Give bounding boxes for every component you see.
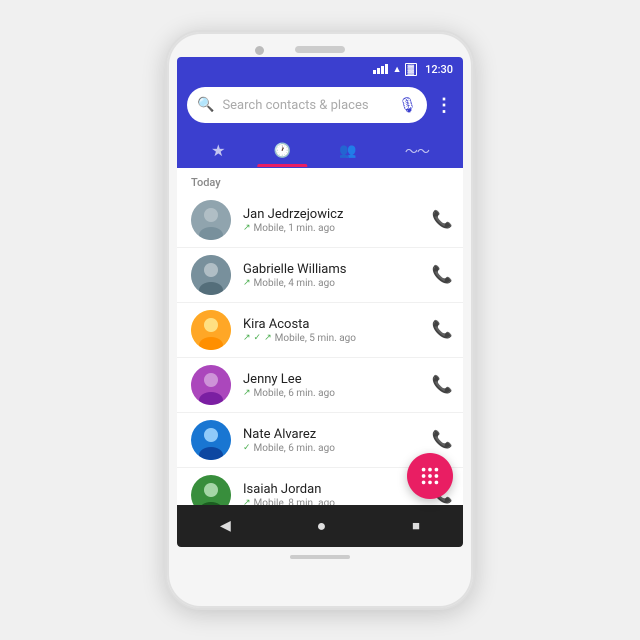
- search-box[interactable]: 🔍 Search contacts & places 🎙: [187, 87, 427, 123]
- speaker-grille: [295, 46, 345, 53]
- call-item[interactable]: Gabrielle Williams ↗ Mobile, 4 min. ago …: [177, 248, 463, 303]
- call-info: Jenny Lee ↗ Mobile, 6 min. ago: [243, 372, 432, 399]
- call-detail: ↗ Mobile, 8 min. ago: [243, 498, 432, 506]
- home-button[interactable]: ●: [317, 516, 327, 536]
- call-arrow-icon: ↗: [243, 333, 251, 343]
- call-info: Nate Alvarez ✓ Mobile, 6 min. ago: [243, 427, 432, 454]
- call-arrow-icon: ↗: [243, 498, 251, 505]
- avatar: [191, 420, 231, 460]
- call-arrow-icon: ↗: [243, 278, 251, 288]
- status-bar: ▲ ▓ 12:30: [177, 57, 463, 81]
- search-placeholder: Search contacts & places: [222, 98, 390, 113]
- call-info: Jan Jedrzejowicz ↗ Mobile, 1 min. ago: [243, 207, 432, 234]
- call-arrow-icon: ↗: [243, 223, 251, 233]
- call-type: Mobile, 1 min. ago: [254, 223, 335, 234]
- more-options-icon[interactable]: ⋮: [435, 95, 453, 116]
- call-item[interactable]: Jenny Lee ↗ Mobile, 6 min. ago 📞: [177, 358, 463, 413]
- search-icon: 🔍: [197, 97, 214, 113]
- avatar: [191, 310, 231, 350]
- avatar: [191, 255, 231, 295]
- bottom-nav-bar: ◀ ● ■: [177, 505, 463, 547]
- phone-frame: ▲ ▓ 12:30 🔍 Search contacts & places 🎙 ⋮…: [165, 30, 475, 610]
- call-detail: ✓ Mobile, 6 min. ago: [243, 443, 432, 454]
- nav-tabs: ★ 🕐 👥 〜〜: [177, 133, 463, 168]
- phone-icon[interactable]: 📞: [432, 375, 453, 395]
- call-detail: ↗ Mobile, 6 min. ago: [243, 388, 432, 399]
- call-type: Mobile, 5 min. ago: [275, 333, 356, 344]
- battery-icon: ▓: [405, 63, 418, 76]
- phone-icon[interactable]: 📞: [432, 430, 453, 450]
- front-camera: [255, 46, 264, 55]
- call-name: Jan Jedrzejowicz: [243, 207, 432, 222]
- phone-icon[interactable]: 📞: [432, 210, 453, 230]
- call-name: Kira Acosta: [243, 317, 432, 332]
- call-name: Isaiah Jordan: [243, 482, 432, 497]
- tab-recents[interactable]: 🕐: [258, 135, 307, 167]
- call-check-icon: ✓: [243, 443, 251, 453]
- call-item[interactable]: Jan Jedrzejowicz ↗ Mobile, 1 min. ago 📞: [177, 193, 463, 248]
- phone-screen: ▲ ▓ 12:30 🔍 Search contacts & places 🎙 ⋮…: [177, 57, 463, 547]
- status-time: 12:30: [425, 63, 453, 76]
- call-arrow-icon: ↗: [243, 388, 251, 398]
- call-arrow2-icon: ↗: [264, 333, 272, 343]
- mic-icon[interactable]: 🎙: [398, 96, 417, 114]
- call-detail: ↗ Mobile, 4 min. ago: [243, 278, 432, 289]
- tab-contacts[interactable]: 👥: [323, 135, 372, 167]
- signal-icon: [373, 64, 388, 74]
- avatar: [191, 475, 231, 505]
- call-detail: ↗ ✓ ↗ Mobile, 5 min. ago: [243, 333, 432, 344]
- fab-dialpad[interactable]: [407, 453, 453, 499]
- call-info: Kira Acosta ↗ ✓ ↗ Mobile, 5 min. ago: [243, 317, 432, 344]
- back-button[interactable]: ◀: [220, 518, 231, 534]
- call-info: Gabrielle Williams ↗ Mobile, 4 min. ago: [243, 262, 432, 289]
- section-label-today: Today: [177, 168, 463, 193]
- phone-icon[interactable]: 📞: [432, 320, 453, 340]
- call-name: Jenny Lee: [243, 372, 432, 387]
- call-type: Mobile, 6 min. ago: [254, 388, 335, 399]
- recents-button[interactable]: ■: [412, 518, 420, 534]
- call-name: Gabrielle Williams: [243, 262, 432, 277]
- call-info: Isaiah Jordan ↗ Mobile, 8 min. ago: [243, 482, 432, 506]
- phone-icon[interactable]: 📞: [432, 265, 453, 285]
- tab-voicemail[interactable]: 〜〜: [389, 133, 445, 168]
- call-check-icon: ✓: [254, 333, 262, 343]
- phone-home-bar: [290, 555, 350, 559]
- call-item[interactable]: Kira Acosta ↗ ✓ ↗ Mobile, 5 min. ago 📞: [177, 303, 463, 358]
- call-type: Mobile, 6 min. ago: [254, 443, 335, 454]
- tab-favorites[interactable]: ★: [195, 133, 241, 168]
- avatar: [191, 200, 231, 240]
- call-name: Nate Alvarez: [243, 427, 432, 442]
- avatar: [191, 365, 231, 405]
- call-type: Mobile, 4 min. ago: [254, 278, 335, 289]
- call-type: Mobile, 8 min. ago: [254, 498, 335, 506]
- search-bar: 🔍 Search contacts & places 🎙 ⋮: [177, 81, 463, 133]
- wifi-icon: ▲: [393, 64, 402, 75]
- call-detail: ↗ Mobile, 1 min. ago: [243, 223, 432, 234]
